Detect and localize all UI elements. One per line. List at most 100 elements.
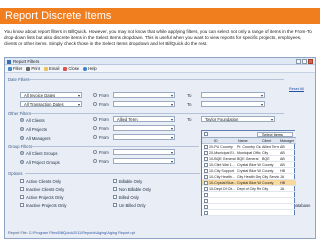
row-checkbox[interactable] <box>204 193 208 197</box>
filter-icon <box>8 66 12 71</box>
chevron-down-icon <box>171 94 173 97</box>
all-client-groups-radio[interactable] <box>20 151 24 155</box>
section-divider <box>29 79 284 80</box>
from-text: From <box>99 135 109 140</box>
row-checkbox[interactable] <box>204 175 208 179</box>
chevron-down-icon <box>78 103 80 106</box>
manager-from-select[interactable] <box>113 134 175 140</box>
option-checkbox[interactable] <box>113 179 117 183</box>
chevron-down-icon <box>171 160 173 163</box>
select-all-checkbox[interactable] <box>204 132 208 137</box>
row-checkbox[interactable] <box>204 169 208 173</box>
chevron-down-icon <box>78 94 80 97</box>
chevron-down-icon <box>171 118 173 121</box>
invoice-from-date[interactable] <box>113 92 175 98</box>
client-from-select[interactable]: Allied Term <box>113 116 175 122</box>
select-items-combo[interactable]: Select Items <box>257 131 293 137</box>
all-projects-option[interactable]: All Projects <box>20 126 47 132</box>
from-radio[interactable] <box>93 150 97 154</box>
option-checkbox[interactable] <box>20 203 24 207</box>
invoice-date-select[interactable]: All Invoice Dates <box>20 92 82 98</box>
all-clients-option[interactable]: All Clients <box>20 117 45 123</box>
option-checkbox[interactable] <box>20 179 24 183</box>
print-button[interactable]: Print <box>25 66 41 71</box>
from-label: From <box>93 117 109 122</box>
invoice-to-date[interactable] <box>201 92 265 98</box>
dropdown-row[interactable] <box>202 210 296 216</box>
minimize-button[interactable] <box>296 59 301 64</box>
transaction-date-value: All Transaction Dates <box>24 102 64 107</box>
row-checkbox[interactable] <box>204 211 208 215</box>
client-group-from-select[interactable] <box>113 149 175 155</box>
row-checkbox[interactable] <box>204 205 208 209</box>
all-client-groups-label: All Client Groups <box>26 150 58 156</box>
row-checkbox[interactable] <box>204 181 208 185</box>
option-item[interactable]: Un Billed Only <box>113 202 146 208</box>
option-item[interactable]: Inactive Clients Only <box>20 186 64 192</box>
option-item[interactable]: Inactive Projects Only <box>20 202 67 208</box>
option-checkbox[interactable] <box>113 203 117 207</box>
all-project-groups-radio[interactable] <box>20 160 24 164</box>
from-radio[interactable] <box>93 102 97 106</box>
from-radio[interactable] <box>93 126 97 130</box>
all-managers-radio[interactable] <box>20 136 24 140</box>
all-project-groups-option[interactable]: All Project Groups <box>20 159 60 165</box>
row-checkbox[interactable] <box>204 157 208 161</box>
row-checkbox[interactable] <box>204 145 208 149</box>
from-label: From <box>93 150 109 155</box>
all-managers-option[interactable]: All Managers <box>20 135 50 141</box>
from-label: From <box>93 93 109 98</box>
option-label: Billed Only <box>119 194 140 200</box>
section-divider <box>29 113 284 114</box>
option-checkbox[interactable] <box>20 187 24 191</box>
transaction-from-date[interactable] <box>113 101 175 107</box>
option-item[interactable]: Non Billable Only <box>113 186 151 192</box>
select-items-label: Select Items <box>262 132 283 137</box>
client-to-select[interactable]: Taylor Foundation <box>201 116 275 122</box>
filter-button[interactable]: Filter <box>7 66 23 71</box>
help-button[interactable]: Help <box>82 66 98 71</box>
option-item[interactable]: Billed Only <box>113 194 139 200</box>
row-checkbox[interactable] <box>204 163 208 167</box>
option-checkbox[interactable] <box>113 187 117 191</box>
reset-all-link[interactable]: Reset All <box>289 87 304 91</box>
from-radio[interactable] <box>93 93 97 97</box>
option-item[interactable]: Billable Only <box>113 178 142 184</box>
from-radio[interactable] <box>93 159 97 163</box>
window-controls <box>296 59 313 64</box>
row-checkbox[interactable] <box>204 151 208 155</box>
project-from-select[interactable] <box>113 125 175 131</box>
all-clients-radio[interactable] <box>20 118 24 122</box>
all-projects-label: All Projects <box>26 126 47 132</box>
all-clients-label: All Clients <box>26 117 45 123</box>
option-checkbox[interactable] <box>20 195 24 199</box>
option-item[interactable]: Active Projects Only <box>20 194 63 200</box>
transaction-to-date[interactable] <box>201 101 265 107</box>
option-label: Billable Only <box>119 178 143 184</box>
options-heading: Options <box>8 171 23 176</box>
maximize-button[interactable] <box>302 59 307 64</box>
select-items-dropdown[interactable]: Select Items ID Name Client Manager 20-P… <box>201 130 296 216</box>
email-button[interactable]: Email <box>43 66 60 71</box>
from-radio[interactable] <box>93 117 97 121</box>
from-text: From <box>99 150 109 155</box>
client-to-value: Taylor Foundation <box>205 117 239 122</box>
close-icon <box>63 66 68 71</box>
row-checkbox[interactable] <box>204 199 208 203</box>
toolbar: Filter Print Email Close Help <box>5 65 315 73</box>
option-item[interactable]: Active Clients Only <box>20 178 61 184</box>
from-radio[interactable] <box>93 135 97 139</box>
all-projects-radio[interactable] <box>20 127 24 131</box>
row-checkbox[interactable] <box>204 187 208 191</box>
to-label: To <box>187 102 192 107</box>
option-checkbox[interactable] <box>113 195 117 199</box>
window-close-button[interactable] <box>308 59 313 64</box>
close-button[interactable]: Close <box>62 66 80 71</box>
project-group-from-select[interactable] <box>113 158 175 164</box>
email-label: Email <box>48 66 60 71</box>
transaction-date-select[interactable]: All Transaction Dates <box>20 101 82 107</box>
from-text: From <box>99 93 109 98</box>
client-from-value: Allied Term <box>117 117 138 122</box>
date-filters-heading: Date Filters <box>8 77 30 82</box>
all-client-groups-option[interactable]: All Client Groups <box>20 150 57 156</box>
